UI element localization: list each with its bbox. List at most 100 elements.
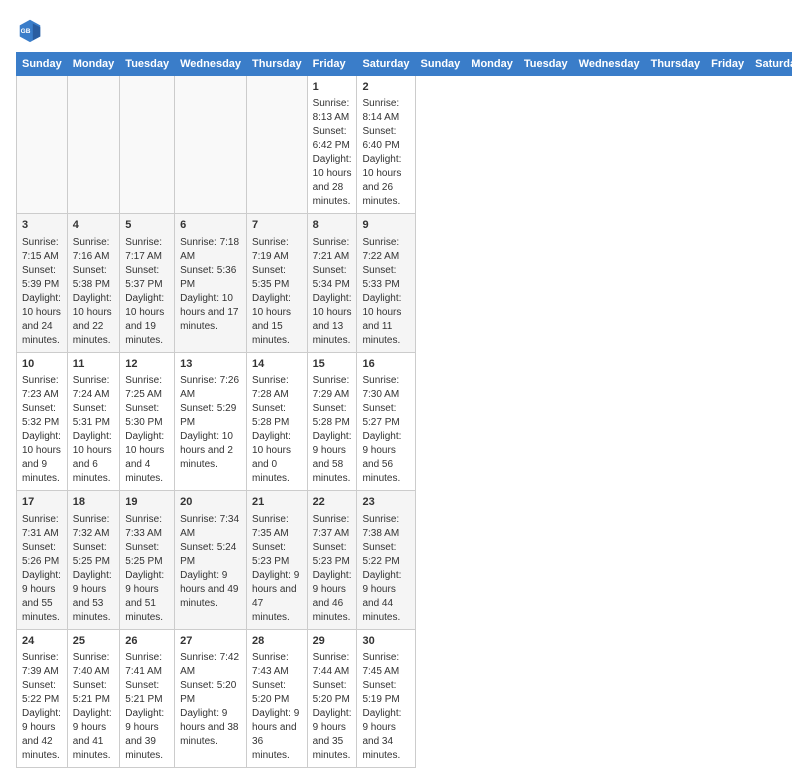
calendar-cell: 4Sunrise: 7:16 AMSunset: 5:38 PMDaylight… [67,214,120,352]
daylight-text: Daylight: 9 hours and 49 minutes. [180,569,241,611]
sunset-text: Sunset: 5:23 PM [252,541,302,569]
col-header-friday: Friday [307,53,357,76]
sunrise-text: Sunrise: 7:28 AM [252,374,302,402]
calendar-cell: 28Sunrise: 7:43 AMSunset: 5:20 PMDayligh… [247,629,308,767]
day-number: 22 [313,495,352,510]
daylight-text: Daylight: 10 hours and 11 minutes. [362,292,409,348]
daylight-text: Daylight: 9 hours and 51 minutes. [125,569,169,625]
daylight-text: Daylight: 10 hours and 24 minutes. [22,292,62,348]
daylight-text: Daylight: 10 hours and 15 minutes. [252,292,302,348]
sunrise-text: Sunrise: 7:43 AM [252,651,302,679]
calendar-cell: 19Sunrise: 7:33 AMSunset: 5:25 PMDayligh… [120,491,175,629]
calendar-cell: 26Sunrise: 7:41 AMSunset: 5:21 PMDayligh… [120,629,175,767]
day-number: 29 [313,634,352,649]
day-number: 24 [22,634,62,649]
daylight-text: Daylight: 9 hours and 36 minutes. [252,707,302,763]
sunset-text: Sunset: 5:28 PM [313,402,352,430]
col-header-tuesday: Tuesday [518,53,573,76]
sunrise-text: Sunrise: 7:38 AM [362,513,409,541]
sunrise-text: Sunrise: 7:18 AM [180,236,241,264]
day-number: 6 [180,218,241,233]
calendar-cell: 7Sunrise: 7:19 AMSunset: 5:35 PMDaylight… [247,214,308,352]
col-header-thursday: Thursday [247,53,308,76]
sunset-text: Sunset: 5:22 PM [22,679,62,707]
calendar-table: SundayMondayTuesdayWednesdayThursdayFrid… [16,52,792,768]
day-number: 7 [252,218,302,233]
col-header-saturday: Saturday [357,53,415,76]
daylight-text: Daylight: 9 hours and 46 minutes. [313,569,352,625]
calendar-cell: 1Sunrise: 8:13 AMSunset: 6:42 PMDaylight… [307,76,357,214]
sunset-text: Sunset: 5:35 PM [252,264,302,292]
calendar-cell: 8Sunrise: 7:21 AMSunset: 5:34 PMDaylight… [307,214,357,352]
col-header-monday: Monday [67,53,120,76]
sunrise-text: Sunrise: 7:15 AM [22,236,62,264]
day-number: 30 [362,634,409,649]
daylight-text: Daylight: 10 hours and 19 minutes. [125,292,169,348]
col-header-friday: Friday [706,53,750,76]
sunrise-text: Sunrise: 7:24 AM [73,374,115,402]
day-number: 4 [73,218,115,233]
sunset-text: Sunset: 5:30 PM [125,402,169,430]
sunset-text: Sunset: 5:25 PM [73,541,115,569]
sunset-text: Sunset: 5:33 PM [362,264,409,292]
daylight-text: Daylight: 9 hours and 38 minutes. [180,707,241,749]
sunrise-text: Sunrise: 7:39 AM [22,651,62,679]
calendar-cell: 23 Sunrise: 7:38 AMSunset: 5:22 PMDayligh… [357,491,415,629]
sunset-text: Sunset: 5:20 PM [252,679,302,707]
calendar-header-row: SundayMondayTuesdayWednesdayThursdayFrid… [17,53,792,76]
day-number: 26 [125,634,169,649]
sunrise-text: Sunrise: 8:13 AM [313,97,352,125]
sunrise-text: Sunrise: 7:42 AM [180,651,241,679]
calendar-cell: 15Sunrise: 7:29 AMSunset: 5:28 PMDayligh… [307,352,357,490]
sunset-text: Sunset: 5:22 PM [362,541,409,569]
page-header: GB [16,16,776,44]
daylight-text: Daylight: 9 hours and 53 minutes. [73,569,115,625]
sunrise-text: Sunrise: 8:14 AM [362,97,409,125]
col-header-wednesday: Wednesday [573,53,645,76]
day-number: 27 [180,634,241,649]
calendar-cell [67,76,120,214]
sunrise-text: Sunrise: 7:37 AM [313,513,352,541]
calendar-cell [247,76,308,214]
daylight-text: Daylight: 9 hours and 44 minutes. [362,569,409,625]
sunrise-text: Sunrise: 7:33 AM [125,513,169,541]
sunrise-text: Sunrise: 7:41 AM [125,651,169,679]
daylight-text: Daylight: 9 hours and 35 minutes. [313,707,352,763]
daylight-text: Daylight: 9 hours and 34 minutes. [362,707,409,763]
sunset-text: Sunset: 5:38 PM [73,264,115,292]
logo-icon: GB [16,16,44,44]
daylight-text: Daylight: 9 hours and 47 minutes. [252,569,302,625]
calendar-cell: 9 Sunrise: 7:22 AMSunset: 5:33 PMDaylight… [357,214,415,352]
sunrise-text: Sunrise: 7:21 AM [313,236,352,264]
day-number: 9 [362,218,409,233]
sunset-text: Sunset: 5:19 PM [362,679,409,707]
daylight-text: Daylight: 10 hours and 0 minutes. [252,430,302,486]
col-header-monday: Monday [466,53,519,76]
col-header-thursday: Thursday [645,53,706,76]
day-number: 12 [125,357,169,372]
calendar-cell: 16Sunrise: 7:30 AMSunset: 5:27 PMDayligh… [357,352,415,490]
daylight-text: Daylight: 9 hours and 39 minutes. [125,707,169,763]
day-number: 3 [22,218,62,233]
sunrise-text: Sunrise: 7:26 AM [180,374,241,402]
sunrise-text: Sunrise: 7:23 AM [22,374,62,402]
sunset-text: Sunset: 5:20 PM [180,679,241,707]
week-row-5: 24 Sunrise: 7:39 AMSunset: 5:22 PM Dayligh… [17,629,792,767]
calendar-cell [175,76,247,214]
calendar-cell: 17Sunrise: 7:31 AMSunset: 5:26 PMDayligh… [17,491,68,629]
day-number: 13 [180,357,241,372]
sunrise-text: Sunrise: 7:32 AM [73,513,115,541]
sunset-text: Sunset: 6:42 PM [313,125,352,153]
sunrise-text: Sunrise: 7:22 AM [362,236,409,264]
day-number: 1 [313,80,352,95]
sunset-text: Sunset: 5:37 PM [125,264,169,292]
sunset-text: Sunset: 5:31 PM [73,402,115,430]
sunrise-text: Sunrise: 7:34 AM [180,513,241,541]
sunset-text: Sunset: 5:21 PM [73,679,115,707]
calendar-cell: 30Sunrise: 7:45 AMSunset: 5:19 PMDayligh… [357,629,415,767]
sunset-text: Sunset: 5:36 PM [180,264,241,292]
sunset-text: Sunset: 5:29 PM [180,402,241,430]
day-number: 16 [362,357,409,372]
calendar-cell: 11Sunrise: 7:24 AMSunset: 5:31 PMDayligh… [67,352,120,490]
day-number: 23 [362,495,409,510]
